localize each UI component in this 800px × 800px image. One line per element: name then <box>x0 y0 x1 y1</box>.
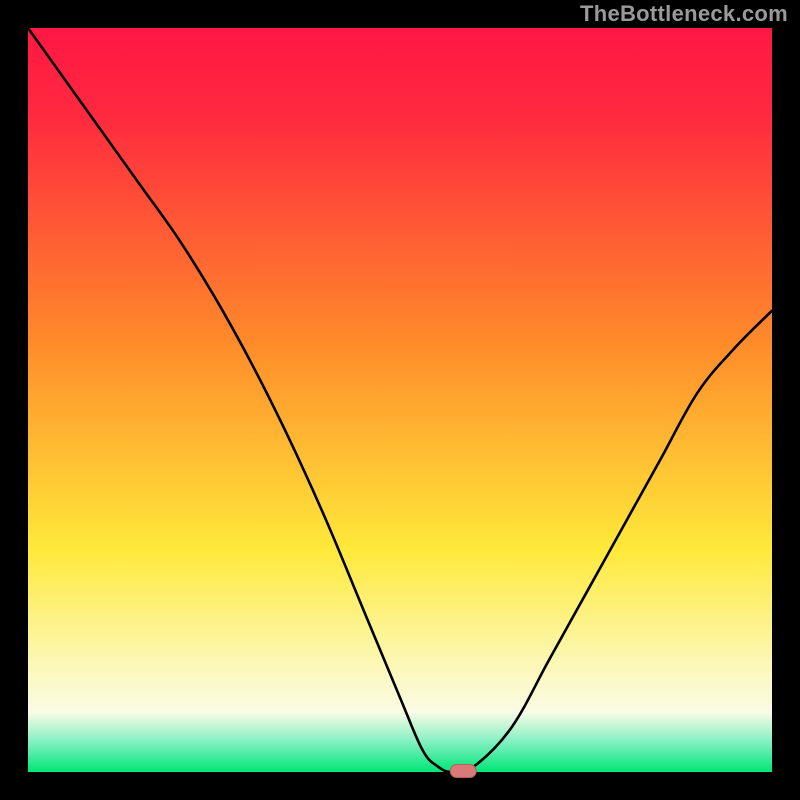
bottleneck-chart <box>0 0 800 800</box>
watermark-text: TheBottleneck.com <box>580 1 788 27</box>
optimal-marker <box>450 765 476 778</box>
chart-frame: { "watermark": "TheBottleneck.com", "col… <box>0 0 800 800</box>
plot-background <box>28 28 772 772</box>
